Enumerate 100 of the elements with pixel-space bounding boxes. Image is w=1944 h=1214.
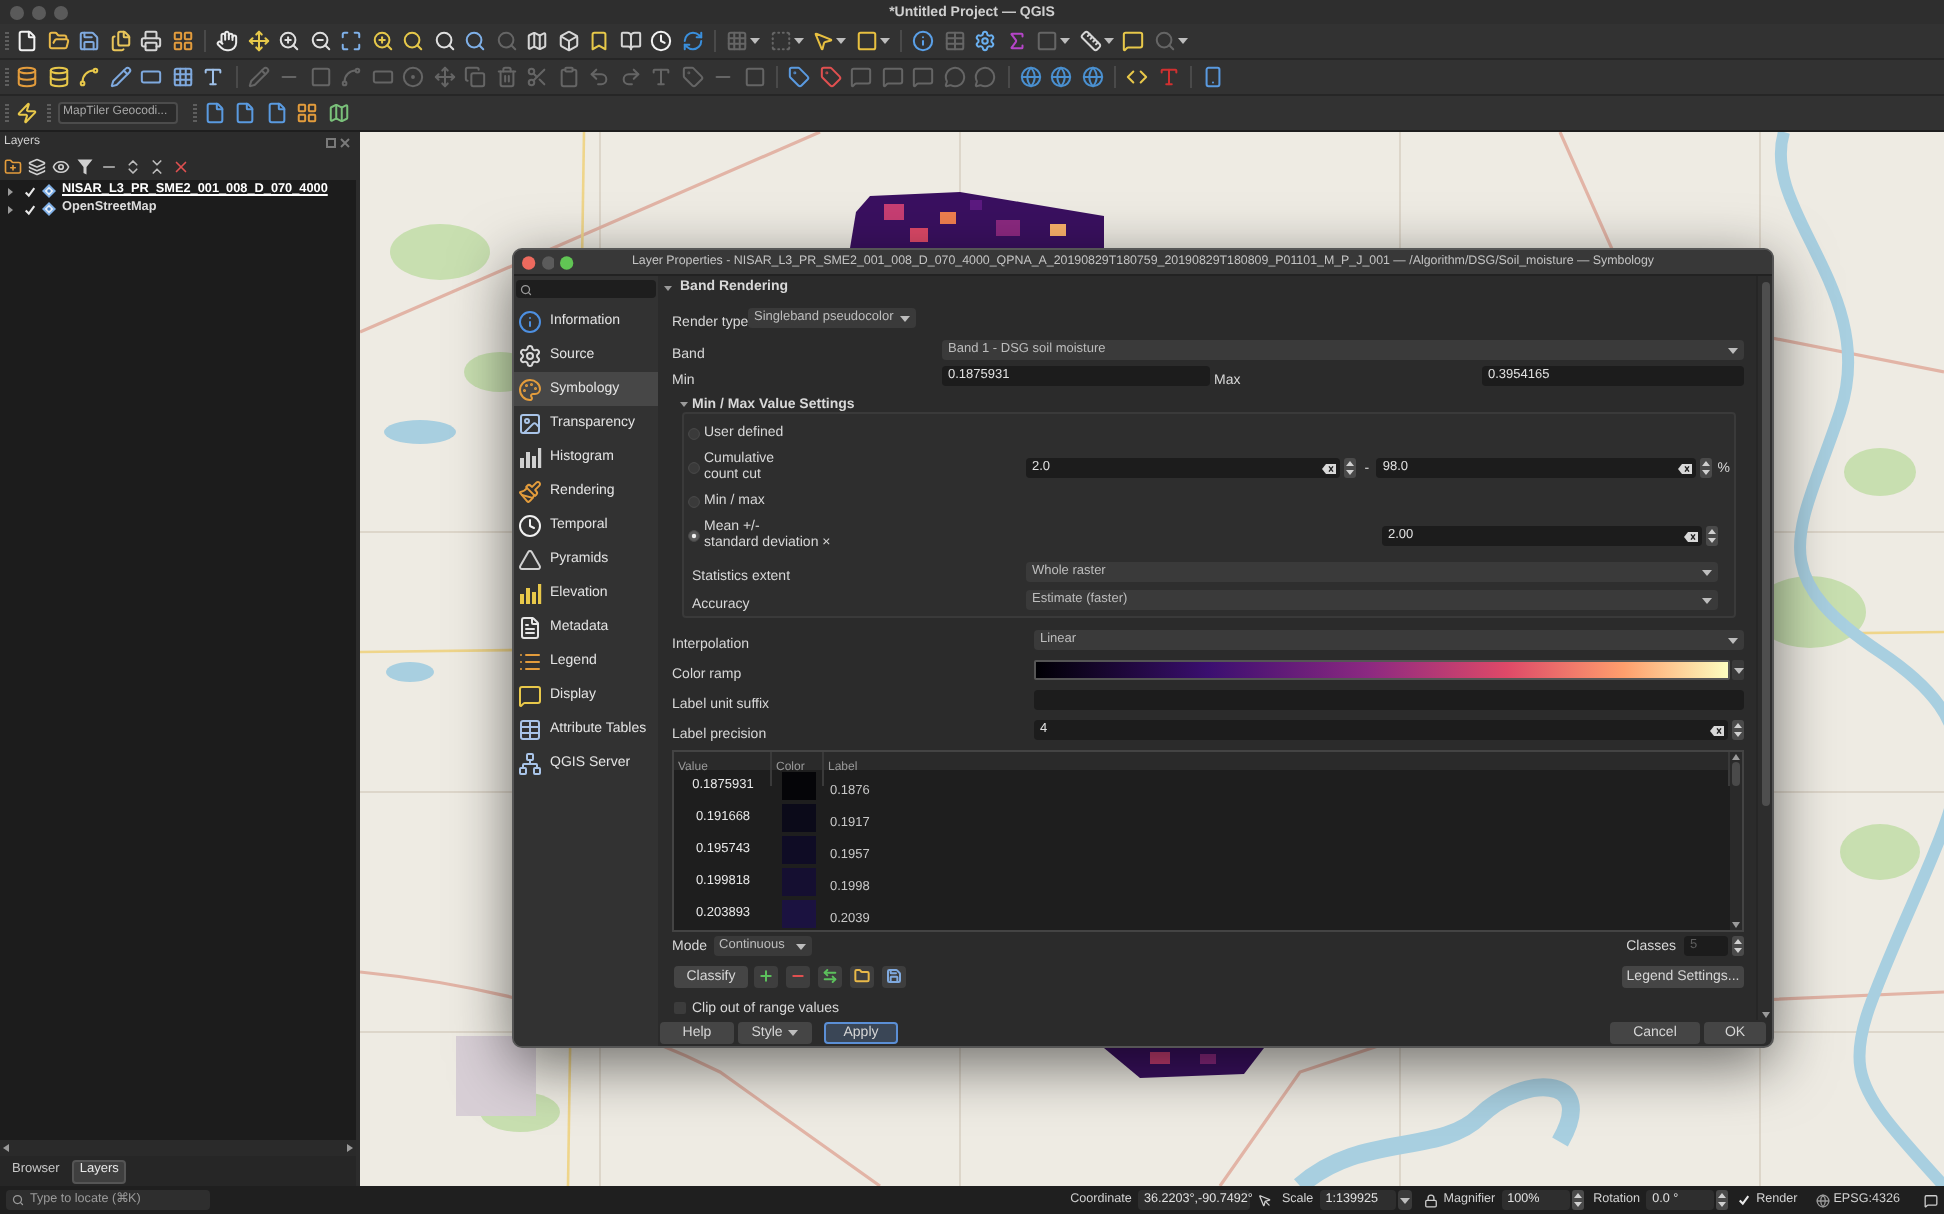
grid-icon[interactable]	[296, 102, 319, 124]
caret-icon[interactable]	[1728, 347, 1738, 353]
layer-checkbox[interactable]	[24, 185, 36, 197]
funnel-icon[interactable]	[76, 157, 94, 175]
tag-icon[interactable]	[788, 66, 811, 88]
icon-button[interactable]	[786, 965, 810, 987]
render-checkbox[interactable]	[1738, 1194, 1751, 1206]
curve-icon[interactable]	[78, 66, 101, 88]
lightning-icon[interactable]	[16, 102, 39, 124]
table-scrollbar[interactable]	[1730, 752, 1742, 930]
caret-icon[interactable]	[750, 38, 761, 44]
square-icon[interactable]	[855, 30, 878, 52]
caret-icon[interactable]	[1060, 38, 1071, 44]
search-field[interactable]	[516, 280, 656, 298]
up-arrow-icon[interactable]	[1732, 754, 1740, 760]
caret-icon[interactable]	[1733, 667, 1743, 673]
map-icon[interactable]	[327, 102, 350, 124]
spinner-arrows-icon[interactable]	[1706, 526, 1718, 546]
clear-icon[interactable]	[1677, 463, 1692, 473]
tag-icon[interactable]	[819, 66, 842, 88]
caret-icon[interactable]	[6, 205, 14, 213]
caret-icon[interactable]	[795, 943, 806, 949]
caret-icon[interactable]	[1177, 38, 1188, 44]
cube-icon[interactable]	[557, 30, 580, 52]
pointer-icon[interactable]	[1257, 1193, 1272, 1207]
radio-button[interactable]	[688, 530, 700, 542]
zoom-out-icon[interactable]	[309, 30, 332, 52]
zoom-in-icon[interactable]	[371, 30, 394, 52]
layer-checkbox[interactable]	[24, 203, 36, 215]
close-icon[interactable]	[340, 137, 350, 147]
icon-button[interactable]	[882, 965, 906, 987]
caret-icon[interactable]	[1728, 637, 1738, 643]
caret-icon[interactable]	[1103, 38, 1114, 44]
scrollbar-thumb[interactable]	[1761, 282, 1769, 806]
folder-icon[interactable]	[47, 30, 70, 52]
lock-icon[interactable]	[1423, 1193, 1438, 1207]
caret-icon[interactable]	[836, 38, 847, 44]
caret-icon[interactable]	[1702, 569, 1712, 575]
globe-icon[interactable]	[1019, 66, 1042, 88]
horizontal-scrollbar[interactable]	[0, 1140, 356, 1156]
caret-icon[interactable]	[788, 1030, 799, 1036]
folder-plus-icon[interactable]	[4, 157, 22, 175]
clock-icon[interactable]	[650, 30, 673, 52]
spinner-arrows-icon[interactable]	[1732, 936, 1744, 956]
color-ramp-button[interactable]	[1034, 660, 1730, 680]
grid-icon[interactable]	[171, 66, 194, 88]
right-arrow-icon[interactable]	[346, 1144, 354, 1152]
vertical-scrollbar[interactable]	[1756, 276, 1772, 1020]
color-swatch-icon[interactable]	[781, 772, 815, 800]
spinner-arrows-icon[interactable]	[1344, 458, 1357, 478]
spinner-arrows-icon[interactable]	[1571, 1190, 1584, 1210]
messages-icon[interactable]	[1924, 1193, 1938, 1207]
caret-icon[interactable]	[680, 400, 688, 408]
rectangle-icon[interactable]	[140, 66, 163, 88]
grid-icon[interactable]	[171, 30, 194, 52]
globe-icon[interactable]	[1081, 66, 1104, 88]
expand-icon[interactable]	[340, 30, 363, 52]
printer-icon[interactable]	[140, 30, 163, 52]
database-icon[interactable]	[16, 66, 39, 88]
layers-icon[interactable]	[28, 157, 46, 175]
search-icon[interactable]	[433, 30, 456, 52]
spinner-arrows-icon[interactable]	[1699, 458, 1712, 478]
phone-icon[interactable]	[1202, 66, 1225, 88]
clear-icon[interactable]	[1710, 725, 1724, 735]
book-icon[interactable]	[619, 30, 642, 52]
grip-icon[interactable]	[191, 103, 197, 123]
globe-icon[interactable]	[1050, 66, 1073, 88]
bookmark-icon[interactable]	[588, 30, 611, 52]
collapse-all-icon[interactable]	[148, 157, 166, 175]
move-arrows-icon[interactable]	[247, 30, 270, 52]
clear-icon[interactable]	[1322, 463, 1337, 473]
down-arrow-icon[interactable]	[1761, 1012, 1769, 1018]
zoom-in-icon[interactable]	[278, 30, 301, 52]
close-icon[interactable]	[172, 157, 190, 175]
close-button[interactable]	[522, 255, 536, 269]
hand-icon[interactable]	[216, 30, 239, 52]
scale-dropdown-button[interactable]	[1397, 1190, 1412, 1210]
search-icon[interactable]	[464, 30, 487, 52]
caret-icon[interactable]	[1399, 1197, 1410, 1203]
sigma-icon[interactable]	[1005, 30, 1028, 52]
spinner-arrows-icon[interactable]	[1716, 1190, 1729, 1210]
ruler-icon[interactable]	[1079, 30, 1102, 52]
icon-button[interactable]	[754, 965, 778, 987]
icon-button[interactable]	[850, 965, 874, 987]
expand-all-icon[interactable]	[124, 157, 142, 175]
globe-icon[interactable]	[1815, 1193, 1830, 1207]
down-arrow-icon[interactable]	[1732, 922, 1740, 928]
left-arrow-icon[interactable]	[2, 1144, 10, 1152]
caret-icon[interactable]	[1702, 597, 1712, 603]
icon-button[interactable]	[818, 965, 842, 987]
text-icon[interactable]	[202, 66, 225, 88]
pointer-icon[interactable]	[812, 30, 835, 52]
spinner-arrows-icon[interactable]	[1732, 720, 1744, 740]
eye-icon[interactable]	[52, 157, 70, 175]
info-icon[interactable]	[912, 30, 935, 52]
database-icon[interactable]	[47, 66, 70, 88]
search-icon[interactable]	[402, 30, 425, 52]
square-icon[interactable]	[326, 137, 336, 147]
refresh-icon[interactable]	[681, 30, 704, 52]
code-icon[interactable]	[1126, 66, 1149, 88]
